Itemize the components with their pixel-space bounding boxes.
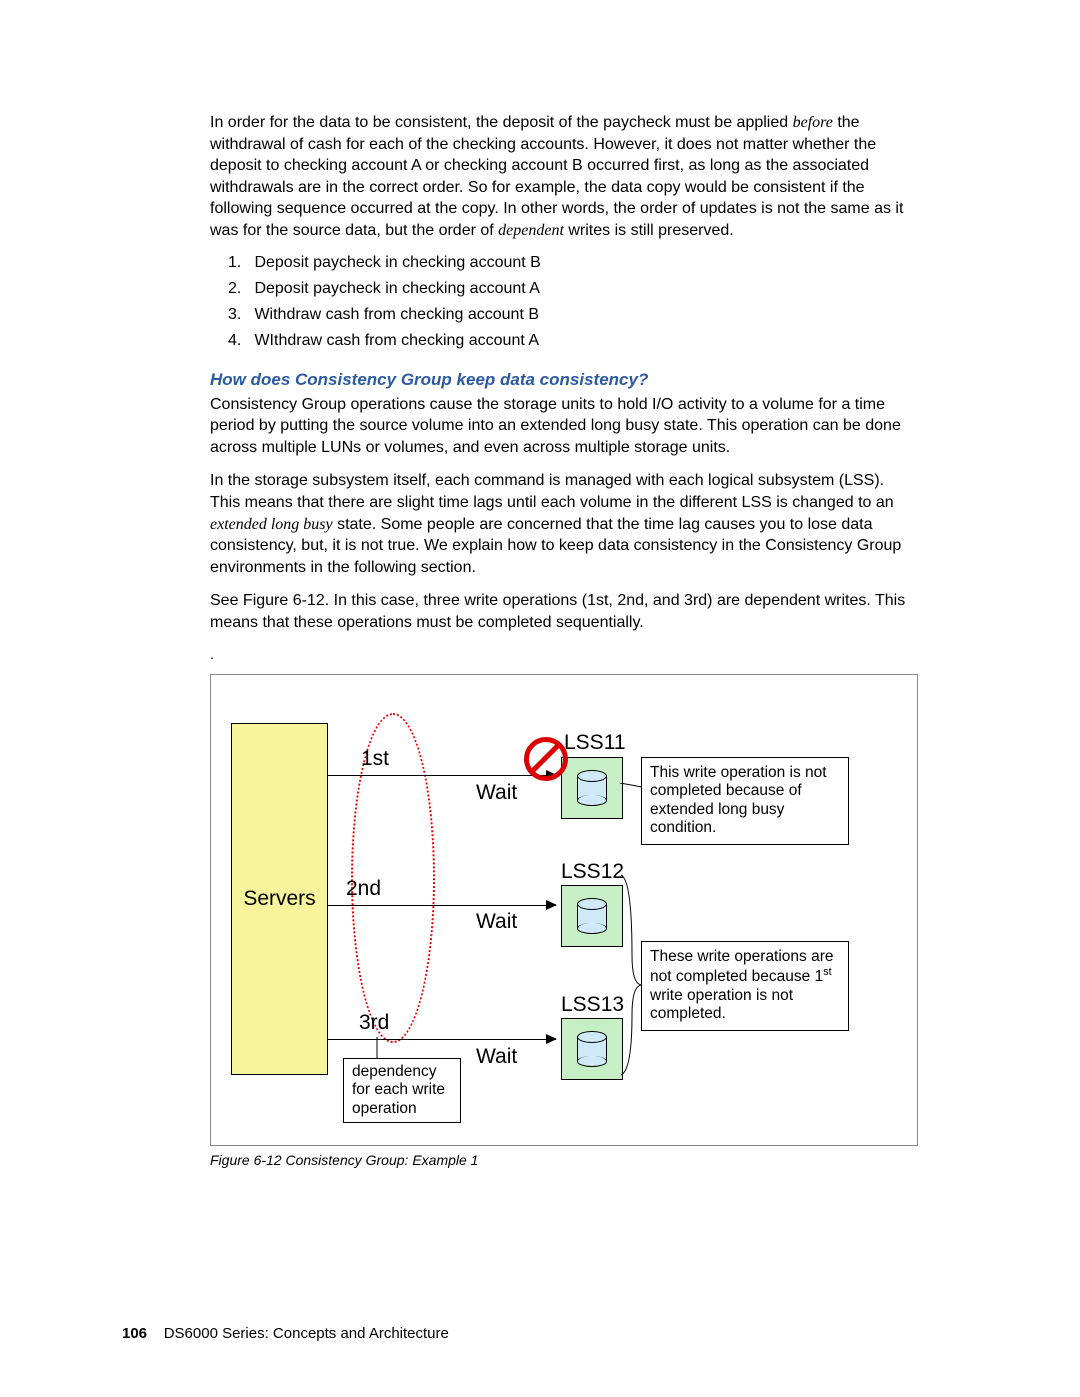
lss13-box: [561, 1018, 623, 1080]
intro-paragraph: In order for the data to be consistent, …: [210, 112, 918, 242]
para-see-figure: See Figure 6-12. In this case, three wri…: [210, 590, 918, 633]
note2-a: These write operations are not completed…: [650, 948, 834, 986]
servers-label: Servers: [243, 887, 315, 911]
section-heading: How does Consistency Group keep data con…: [210, 370, 918, 390]
figure-6-12: Servers 1st Wait 2nd Wait 3rd Wait LSS11…: [210, 674, 918, 1146]
cylinder-icon: [577, 770, 607, 806]
lss11-label: LSS11: [564, 731, 626, 755]
lss12-box: [561, 885, 623, 947]
note-box-1: This write operation is not completed be…: [641, 757, 849, 845]
intro-text-a: In order for the data to be consistent, …: [210, 114, 793, 131]
page-number: 106: [122, 1325, 147, 1342]
arrow-icon: [328, 1039, 556, 1040]
list-item: 1. Deposit paycheck in checking account …: [228, 254, 918, 272]
leader-line-icon: [620, 783, 642, 791]
lss11-box: [561, 757, 623, 819]
figure-caption: Figure 6-12 Consistency Group: Example 1: [210, 1152, 918, 1168]
list-num: 2.: [228, 280, 250, 298]
footer-title: DS6000 Series: Concepts and Architecture: [164, 1325, 449, 1342]
depnote-text: dependency for each write operation: [352, 1063, 445, 1117]
lss13-label: LSS13: [561, 993, 624, 1017]
list-num: 3.: [228, 306, 250, 324]
lss12-label: LSS12: [561, 860, 624, 884]
list-item: 2. Deposit paycheck in checking account …: [228, 280, 918, 298]
note2-sup: st: [823, 966, 831, 978]
arrow-icon: [328, 775, 556, 776]
intro-text-c: writes is still preserved.: [564, 222, 734, 239]
intro-text-b: the withdrawal of cash for each of the c…: [210, 114, 903, 239]
cylinder-icon: [577, 1031, 607, 1067]
list-text: Deposit paycheck in checking account B: [254, 254, 540, 271]
p3-a: In the storage subsystem itself, each co…: [210, 472, 894, 511]
ord-label-3rd: 3rd: [359, 1011, 389, 1035]
leader-line-icon: [375, 1037, 379, 1059]
p3-emph: extended long busy: [210, 516, 333, 533]
wait-label: Wait: [476, 781, 517, 805]
para-storage-subsystem: In the storage subsystem itself, each co…: [210, 470, 918, 578]
prohibit-icon: [524, 737, 568, 781]
list-item: 3. Withdraw cash from checking account B: [228, 306, 918, 324]
cylinder-icon: [577, 898, 607, 934]
page-footer: 106 DS6000 Series: Concepts and Architec…: [122, 1325, 449, 1342]
para-consistency-ops: Consistency Group operations cause the s…: [210, 394, 918, 459]
arrow-icon: [328, 905, 556, 906]
note1-text: This write operation is not completed be…: [650, 764, 827, 837]
list-text: Withdraw cash from checking account B: [254, 306, 539, 323]
list-item: 4. WIthdraw cash from checking account A: [228, 332, 918, 350]
note-box-2: These write operations are not completed…: [641, 941, 849, 1032]
ord-label-1st: 1st: [361, 747, 389, 771]
wait-label: Wait: [476, 1045, 517, 1069]
wait-label: Wait: [476, 910, 517, 934]
ordered-list: 1. Deposit paycheck in checking account …: [210, 254, 918, 350]
list-num: 1.: [228, 254, 250, 272]
figure-dot: .: [210, 646, 918, 662]
list-num: 4.: [228, 332, 250, 350]
list-text: Deposit paycheck in checking account A: [254, 280, 540, 297]
servers-box: Servers: [231, 723, 328, 1075]
intro-emph-dependent: dependent: [498, 222, 564, 239]
note2-b: write operation is not completed.: [650, 987, 793, 1023]
brace-icon: [620, 865, 642, 1085]
intro-emph-before: before: [793, 114, 833, 131]
list-text: WIthdraw cash from checking account A: [254, 332, 539, 349]
dependency-note: dependency for each write operation: [343, 1058, 461, 1124]
ord-label-2nd: 2nd: [346, 877, 381, 901]
